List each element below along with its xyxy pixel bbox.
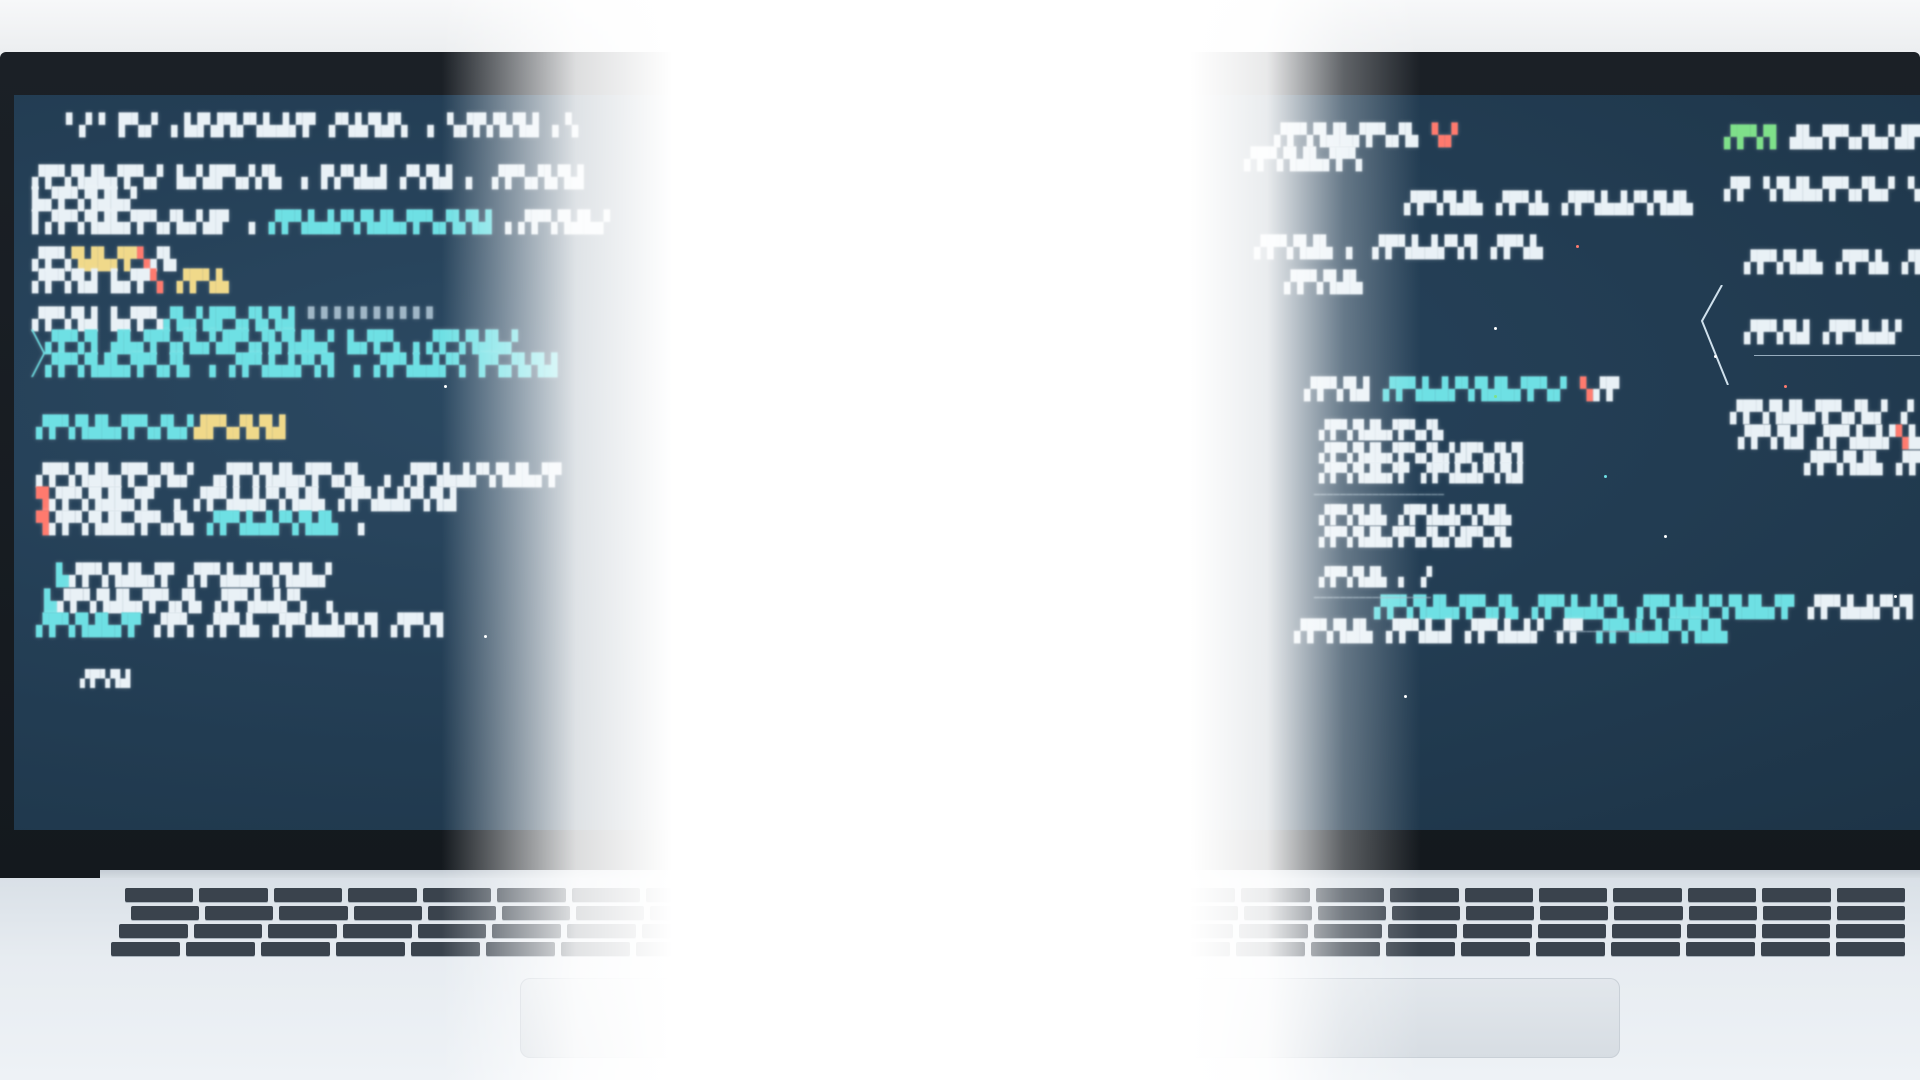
light-glare [0,0,1920,1080]
photo-scene: ▘▞▝ ▛▚▞ ▖▙▛▟▜▞▚▙▟▞▛ ▞▚▙▜▟▚ ▗ ▚▞▛▞▙▜▟ ▖▚ … [0,0,1920,1080]
